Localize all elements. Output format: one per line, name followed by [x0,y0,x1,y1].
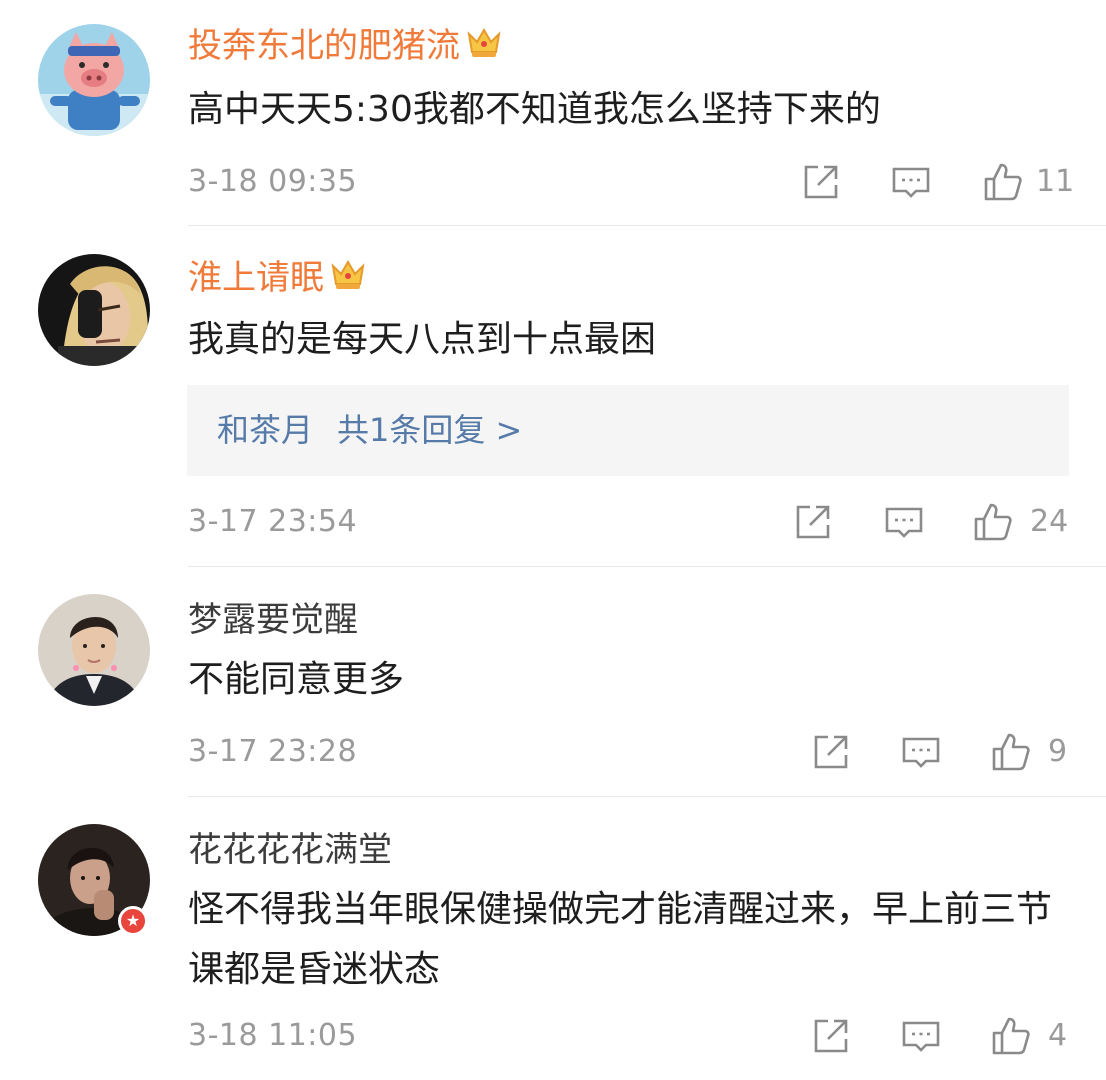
comment-text: 高中天天5:30我都不知道我怎么坚持下来的 [188,89,881,130]
crown-icon [466,26,502,69]
reply-preview[interactable]: 和茶月 共1条回复 > [187,385,1069,476]
avatar[interactable] [38,594,150,706]
reply-author[interactable]: 和茶月 [217,411,313,449]
reply-count-link[interactable]: 共1条回复 > [337,411,522,449]
divider [188,796,1106,797]
avatar[interactable] [38,254,150,366]
timestamp: 3-18 09:35 [188,164,358,199]
comment-icon[interactable] [900,1015,942,1057]
share-icon[interactable] [792,501,834,543]
crown-icon [330,258,366,301]
username[interactable]: 投奔东北的肥猪流 [188,26,502,69]
divider [188,225,1106,226]
share-icon[interactable] [810,1015,852,1057]
comment-text: 我真的是每天八点到十点最困 [188,319,657,360]
username[interactable]: 梦露要觉醒 [188,600,358,640]
like-count: 4 [1048,1018,1068,1053]
comment-text: 怪不得我当年眼保健操做完才能清醒过来，早上前三节课都是昏迷状态 [188,889,1053,990]
timestamp: 3-17 23:54 [188,504,358,539]
timestamp: 3-18 11:05 [188,1018,358,1053]
comment-icon[interactable] [900,731,942,773]
like-icon[interactable] [982,161,1024,203]
divider [188,566,1106,567]
like-icon[interactable] [990,1015,1032,1057]
like-icon[interactable] [972,501,1014,543]
username[interactable]: 花花花花满堂 [188,830,392,870]
verified-badge: ★ [118,906,148,936]
comment-item: 投奔东北的肥猪流 高中天天5:30我都不知道我怎么坚持下来的 3-18 09:3… [0,0,1106,226]
like-count: 9 [1048,734,1068,769]
comment-icon[interactable] [883,501,925,543]
share-icon[interactable] [800,161,842,203]
like-icon[interactable] [990,731,1032,773]
avatar[interactable] [38,24,150,136]
username[interactable]: 淮上请眠 [188,258,366,301]
like-count: 24 [1030,504,1069,539]
share-icon[interactable] [810,731,852,773]
comment-icon[interactable] [890,161,932,203]
timestamp: 3-17 23:28 [188,734,358,769]
like-count: 11 [1036,164,1075,199]
comment-text: 不能同意更多 [188,659,405,700]
